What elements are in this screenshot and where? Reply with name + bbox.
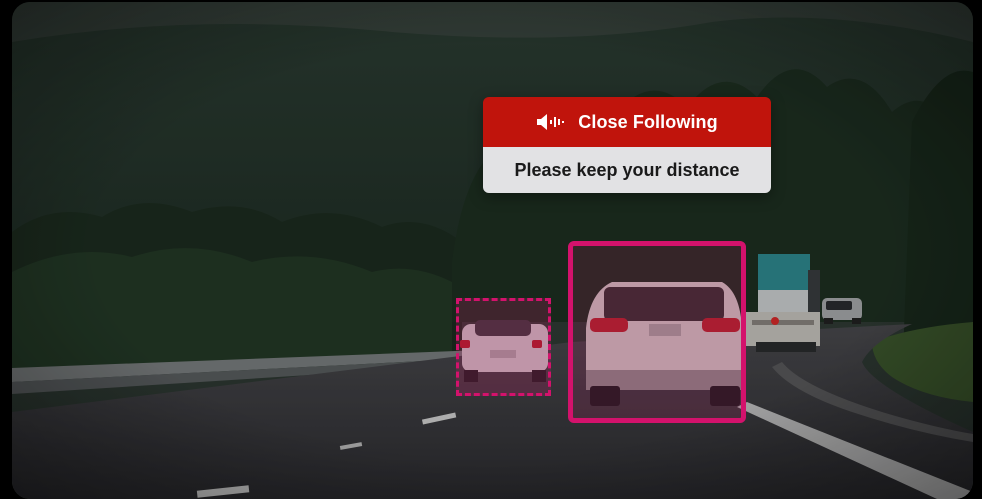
adjacent-vehicle-detection-box (456, 298, 551, 396)
alert-message: Please keep your distance (514, 159, 740, 180)
alert-title: Close Following (578, 111, 718, 132)
close-following-alert: Close Following Please keep your distanc… (483, 97, 771, 193)
dim-overlay (12, 2, 973, 499)
camera-view: Close Following Please keep your distanc… (12, 2, 973, 499)
alert-header: Close Following (483, 97, 771, 147)
speaker-icon (536, 113, 566, 131)
lead-vehicle-detection-box (568, 241, 746, 423)
alert-body: Please keep your distance (483, 147, 771, 193)
